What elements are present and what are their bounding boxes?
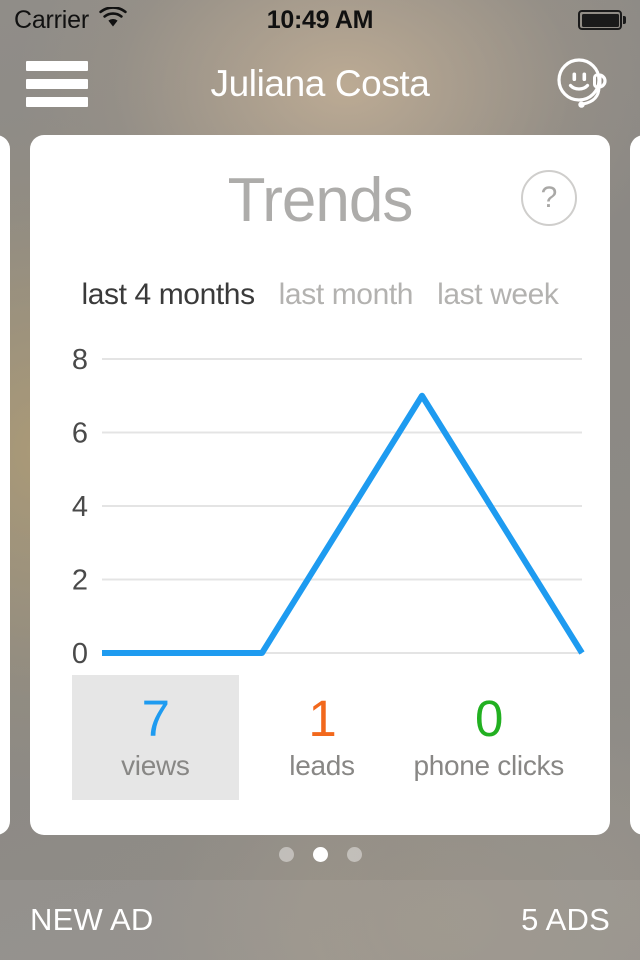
y-axis-tick-label: 4	[72, 491, 88, 523]
stat-views-label: views	[121, 750, 190, 781]
smiley-headset-support-icon[interactable]	[552, 53, 614, 115]
page-title: Juliana Costa	[210, 63, 430, 104]
pagination-dots	[0, 847, 640, 862]
battery-icon	[578, 10, 626, 30]
stat-phone-clicks[interactable]: 0 phone clicks	[405, 675, 572, 800]
y-axis-tick-label: 6	[72, 418, 88, 450]
carousel-card-next[interactable]	[630, 135, 640, 835]
carousel-card-previous[interactable]	[0, 135, 10, 835]
chart-data-line	[102, 392, 585, 656]
stat-views-value: 7	[141, 690, 170, 747]
pagination-dot[interactable]	[346, 847, 362, 862]
stat-leads[interactable]: 1 leads	[239, 675, 406, 800]
y-axis-tick-label: 2	[72, 565, 88, 597]
period-tabs: last 4 months last month last week	[30, 278, 610, 312]
help-button[interactable]: ?	[521, 170, 577, 226]
chart-gridlines	[102, 358, 582, 654]
stat-phone-clicks-value: 0	[474, 690, 503, 747]
y-axis-tick-label: 8	[72, 345, 88, 376]
chart-svg: 0 2 4 6 8	[72, 345, 585, 670]
stat-phone-clicks-label: phone clicks	[413, 750, 564, 781]
tab-last-week[interactable]: last week	[437, 278, 559, 312]
trends-line-chart: 0 2 4 6 8	[54, 345, 588, 675]
status-bar-clock: 10:49 AM	[266, 5, 374, 34]
y-axis-tick-label: 0	[72, 638, 88, 670]
pagination-dot[interactable]	[278, 847, 294, 862]
stat-views[interactable]: 7 views	[72, 675, 239, 800]
tab-last-4-months[interactable]: last 4 months	[81, 278, 255, 312]
status-bar: Carrier 10:49 AM	[0, 0, 640, 40]
stats-row: 7 views 1 leads 0 phone clicks	[72, 675, 572, 800]
navigation-bar: Juliana Costa	[0, 40, 640, 128]
trends-card: Trends ? last 4 months last month last w…	[30, 135, 610, 835]
pagination-dot[interactable]	[312, 847, 328, 862]
card-carousel[interactable]: Trends ? last 4 months last month last w…	[0, 135, 640, 835]
bottom-toolbar: NEW AD 5 ADS	[0, 880, 640, 960]
hamburger-menu-icon[interactable]	[26, 61, 88, 107]
chart-y-axis-ticks: 0 2 4 6 8	[72, 345, 88, 670]
stat-leads-label: leads	[289, 750, 355, 781]
new-ad-button[interactable]: NEW AD	[30, 902, 154, 938]
help-button-label: ?	[540, 181, 558, 214]
tab-last-month[interactable]: last month	[279, 278, 414, 312]
ads-count-button[interactable]: 5 ADS	[521, 902, 610, 938]
stat-leads-value: 1	[308, 690, 336, 747]
